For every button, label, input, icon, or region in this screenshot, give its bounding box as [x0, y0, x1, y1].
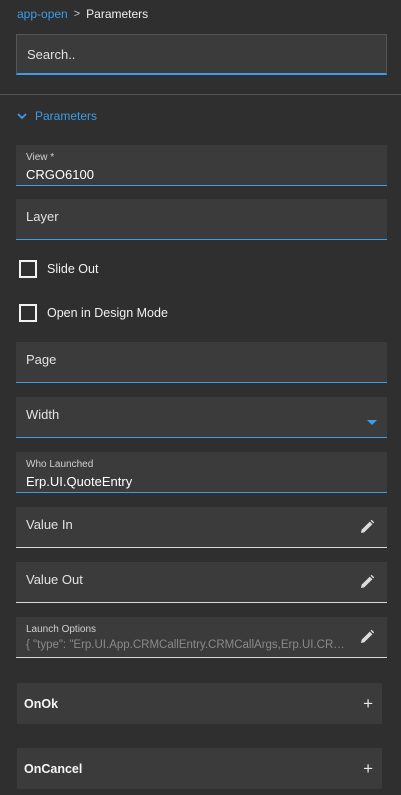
design-mode-checkbox[interactable] — [19, 304, 37, 322]
view-label: View * — [26, 152, 55, 163]
breadcrumb-current: Parameters — [86, 7, 149, 21]
pencil-icon[interactable] — [359, 629, 375, 645]
launch-options-value[interactable]: { "type": "Erp.UI.App.CRMCallEntry.CRMCa… — [26, 639, 348, 651]
layer-label: Layer — [26, 209, 59, 224]
divider — [0, 94, 401, 95]
page-field[interactable]: Page — [16, 342, 387, 383]
view-value[interactable]: CRGO6100 — [26, 167, 94, 182]
value-out-field[interactable]: Value Out — [16, 562, 387, 603]
slide-out-label: Slide Out — [47, 262, 99, 276]
who-launched-value[interactable]: Erp.UI.QuoteEntry — [26, 474, 132, 489]
page-label: Page — [26, 352, 57, 367]
breadcrumb-separator: > — [73, 8, 81, 20]
width-dropdown[interactable]: Width — [16, 397, 387, 438]
view-field[interactable]: View * CRGO6100 — [16, 145, 387, 186]
who-launched-label: Who Launched — [26, 459, 94, 470]
pencil-icon[interactable] — [359, 574, 375, 590]
who-launched-field[interactable]: Who Launched Erp.UI.QuoteEntry — [16, 452, 387, 493]
launch-options-label: Launch Options — [26, 624, 97, 635]
on-cancel-label: OnCancel — [24, 761, 83, 776]
launch-options-field[interactable]: Launch Options { "type": "Erp.UI.App.CRM… — [16, 617, 387, 658]
layer-field[interactable]: Layer — [16, 199, 387, 240]
on-ok-expander[interactable]: OnOk + — [17, 683, 382, 724]
design-mode-label: Open in Design Mode — [47, 306, 168, 320]
on-ok-label: OnOk — [24, 696, 59, 711]
chevron-down-icon — [17, 113, 27, 120]
breadcrumb: app-open > Parameters — [17, 6, 148, 22]
plus-icon[interactable]: + — [363, 759, 373, 779]
value-out-label: Value Out — [26, 572, 83, 587]
slide-out-checkbox[interactable] — [19, 260, 37, 278]
pencil-icon[interactable] — [359, 519, 375, 535]
design-mode-row[interactable]: Open in Design Mode — [19, 303, 168, 323]
slide-out-row[interactable]: Slide Out — [19, 259, 98, 279]
search-box[interactable] — [16, 34, 387, 75]
plus-icon[interactable]: + — [363, 694, 373, 714]
section-title: Parameters — [35, 109, 98, 123]
section-header-parameters[interactable]: Parameters — [17, 106, 97, 126]
breadcrumb-link-app-open[interactable]: app-open — [17, 7, 68, 21]
on-cancel-expander[interactable]: OnCancel + — [17, 748, 382, 789]
value-in-field[interactable]: Value In — [16, 507, 387, 548]
width-label: Width — [26, 407, 60, 422]
value-in-label: Value In — [26, 517, 73, 532]
dropdown-arrow-icon[interactable] — [366, 419, 378, 427]
search-input[interactable] — [27, 46, 376, 62]
